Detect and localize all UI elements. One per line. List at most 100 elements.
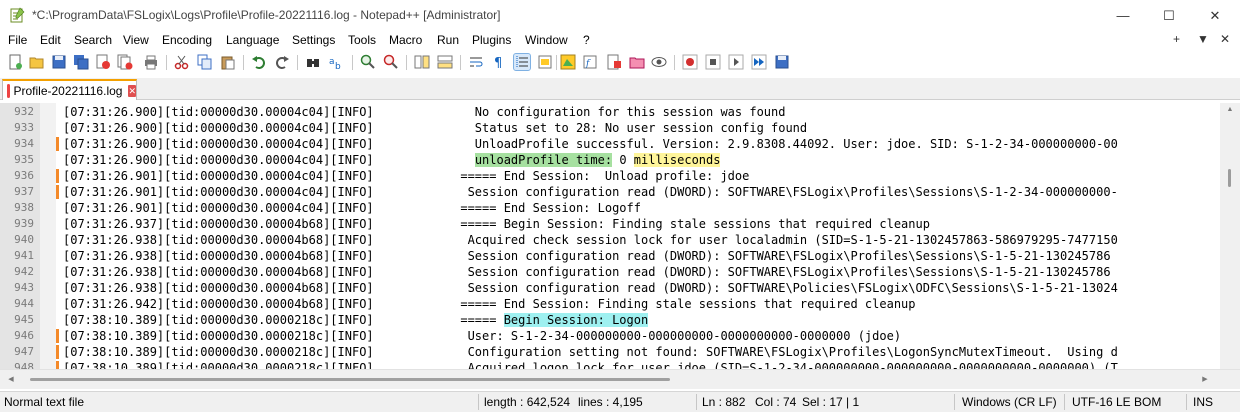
menu-search[interactable]: Search — [74, 33, 112, 47]
editor-line[interactable]: 947 [07:38:10.389][tid:00000d30.0000218c]… — [0, 344, 1220, 360]
open-file-icon[interactable] — [29, 54, 45, 70]
close-all-icon[interactable] — [117, 54, 133, 70]
line-text: [07:31:26.901][tid:00000d30.00004c04][IN… — [63, 184, 1118, 200]
find-icon[interactable] — [305, 54, 321, 70]
sync-horizontal-icon[interactable] — [437, 54, 453, 70]
editor-line[interactable]: 940 [07:31:26.938][tid:00000d30.00004b68]… — [0, 232, 1220, 248]
editor-line[interactable]: 942 [07:31:26.938][tid:00000d30.00004b68]… — [0, 264, 1220, 280]
highlighted-text: unloadProfile time: — [474, 153, 613, 167]
svg-text:¶: ¶ — [494, 56, 502, 70]
editor-area[interactable]: 932 [07:31:26.900][tid:00000d30.00004c04]… — [0, 103, 1220, 369]
vertical-scrollbar[interactable]: ▲ — [1220, 103, 1240, 369]
line-text: [07:31:26.900][tid:00000d30.00004c04][IN… — [63, 104, 785, 120]
line-content: [07:38:10.389][tid:00000d30.0000218c][IN… — [63, 313, 504, 327]
close-window-button[interactable]: ✕ — [1192, 0, 1238, 31]
scroll-left-icon[interactable]: ◀ — [6, 375, 16, 385]
word-wrap-icon[interactable] — [468, 54, 484, 70]
menu-settings[interactable]: Settings — [292, 33, 335, 47]
status-length: length : 642,524 — [484, 395, 571, 409]
line-number: 945 — [14, 313, 34, 326]
menu-window[interactable]: Window — [525, 33, 568, 47]
menu-edit[interactable]: Edit — [40, 33, 61, 47]
sync-vertical-icon[interactable] — [414, 54, 430, 70]
show-all-chars-icon[interactable]: ¶ — [491, 54, 507, 70]
document-list-icon[interactable] — [606, 54, 622, 70]
play-macro-icon[interactable] — [728, 54, 744, 70]
stop-macro-icon[interactable] — [705, 54, 721, 70]
menu-file[interactable]: File — [8, 33, 27, 47]
menu-help[interactable]: ? — [583, 33, 590, 47]
editor-line[interactable]: 932 [07:31:26.900][tid:00000d30.00004c04]… — [0, 104, 1220, 120]
line-number: 933 — [14, 121, 34, 134]
cut-icon[interactable] — [174, 54, 190, 70]
toolbar-separator — [406, 55, 407, 70]
line-number: 939 — [14, 217, 34, 230]
scroll-right-icon[interactable]: ▶ — [1200, 375, 1210, 385]
save-macro-icon[interactable] — [774, 54, 790, 70]
editor-line[interactable]: 948 [07:38:10.389][tid:00000d30.0000218c]… — [0, 360, 1220, 369]
status-eol[interactable]: Windows (CR LF) — [962, 395, 1057, 409]
editor-line[interactable]: 944 [07:31:26.942][tid:00000d30.00004b68]… — [0, 296, 1220, 312]
menu-encoding[interactable]: Encoding — [162, 33, 212, 47]
undo-icon[interactable] — [251, 54, 267, 70]
editor-line[interactable]: 945 [07:38:10.389][tid:00000d30.0000218c]… — [0, 312, 1220, 328]
menu-macro[interactable]: Macro — [389, 33, 422, 47]
zoom-in-icon[interactable] — [360, 54, 376, 70]
maximize-button[interactable]: ☐ — [1146, 0, 1192, 31]
close-file-icon[interactable] — [95, 54, 111, 70]
paste-icon[interactable] — [220, 54, 236, 70]
menu-run[interactable]: Run — [437, 33, 459, 47]
menu-tools[interactable]: Tools — [348, 33, 376, 47]
editor-line[interactable]: 934 [07:31:26.900][tid:00000d30.00004c04]… — [0, 136, 1220, 152]
editor-line[interactable]: 939 [07:31:26.937][tid:00000d30.00004b68]… — [0, 216, 1220, 232]
replace-icon[interactable]: ab — [328, 54, 344, 70]
horizontal-scroll-thumb[interactable] — [30, 378, 670, 381]
document-tab-bar: Profile-20221116.log ✕ — [0, 78, 1240, 100]
status-encoding[interactable]: UTF-16 LE BOM — [1072, 395, 1161, 409]
copy-icon[interactable] — [197, 54, 213, 70]
monitoring-icon[interactable] — [651, 54, 667, 70]
line-number: 941 — [14, 249, 34, 262]
editor-line[interactable]: 946 [07:38:10.389][tid:00000d30.0000218c]… — [0, 328, 1220, 344]
close-document-icon[interactable]: ✕ — [1220, 32, 1230, 46]
indent-guide-icon[interactable] — [513, 53, 531, 71]
save-all-icon[interactable] — [73, 54, 89, 70]
folder-workspace-icon[interactable] — [629, 54, 645, 70]
vertical-scroll-thumb[interactable] — [1228, 169, 1231, 187]
line-number: 932 — [14, 105, 34, 118]
print-icon[interactable] — [143, 54, 159, 70]
toolbar-separator — [674, 55, 675, 70]
toolbar-separator — [352, 55, 353, 70]
save-icon[interactable] — [51, 54, 67, 70]
doc-map-icon[interactable] — [560, 54, 576, 70]
window-title: *C:\ProgramData\FSLogix\Logs\Profile\Pro… — [32, 8, 501, 22]
new-file-icon[interactable] — [7, 54, 23, 70]
record-macro-icon[interactable] — [682, 54, 698, 70]
menu-plugins[interactable]: Plugins — [472, 33, 511, 47]
zoom-out-icon[interactable] — [383, 54, 399, 70]
editor-line[interactable]: 936 [07:31:26.901][tid:00000d30.00004c04]… — [0, 168, 1220, 184]
function-list-icon[interactable]: f — [583, 54, 599, 70]
minimize-button[interactable]: — — [1100, 0, 1146, 31]
language-udl-icon[interactable] — [537, 54, 553, 70]
horizontal-scrollbar[interactable]: ◀ ▶ — [0, 369, 1240, 389]
editor-line[interactable]: 937 [07:31:26.901][tid:00000d30.00004c04]… — [0, 184, 1220, 200]
editor-line[interactable]: 941 [07:31:26.938][tid:00000d30.00004b68]… — [0, 248, 1220, 264]
menu-language[interactable]: Language — [226, 33, 279, 47]
status-insert-mode[interactable]: INS — [1193, 395, 1213, 409]
tab-list-dropdown-icon[interactable]: ▼ — [1197, 32, 1209, 46]
menu-view[interactable]: View — [123, 33, 149, 47]
line-content: [07:31:26.901][tid:00000d30.00004c04][IN… — [63, 201, 641, 215]
run-macro-multiple-icon[interactable] — [751, 54, 767, 70]
tab-close-icon[interactable]: ✕ — [128, 84, 136, 97]
tab-profile-log[interactable]: Profile-20221116.log ✕ — [2, 79, 137, 100]
notepadpp-window: *C:\ProgramData\FSLogix\Logs\Profile\Pro… — [0, 0, 1240, 412]
editor-line[interactable]: 938 [07:31:26.901][tid:00000d30.00004c04]… — [0, 200, 1220, 216]
new-tab-icon[interactable]: + — [1173, 32, 1180, 46]
line-content: [07:31:26.938][tid:00000d30.00004b68][IN… — [63, 281, 1118, 295]
editor-line[interactable]: 935 [07:31:26.900][tid:00000d30.00004c04]… — [0, 152, 1220, 168]
scroll-up-icon[interactable]: ▲ — [1225, 105, 1235, 115]
editor-line[interactable]: 943 [07:31:26.938][tid:00000d30.00004b68]… — [0, 280, 1220, 296]
editor-line[interactable]: 933 [07:31:26.900][tid:00000d30.00004c04]… — [0, 120, 1220, 136]
redo-icon[interactable] — [274, 54, 290, 70]
